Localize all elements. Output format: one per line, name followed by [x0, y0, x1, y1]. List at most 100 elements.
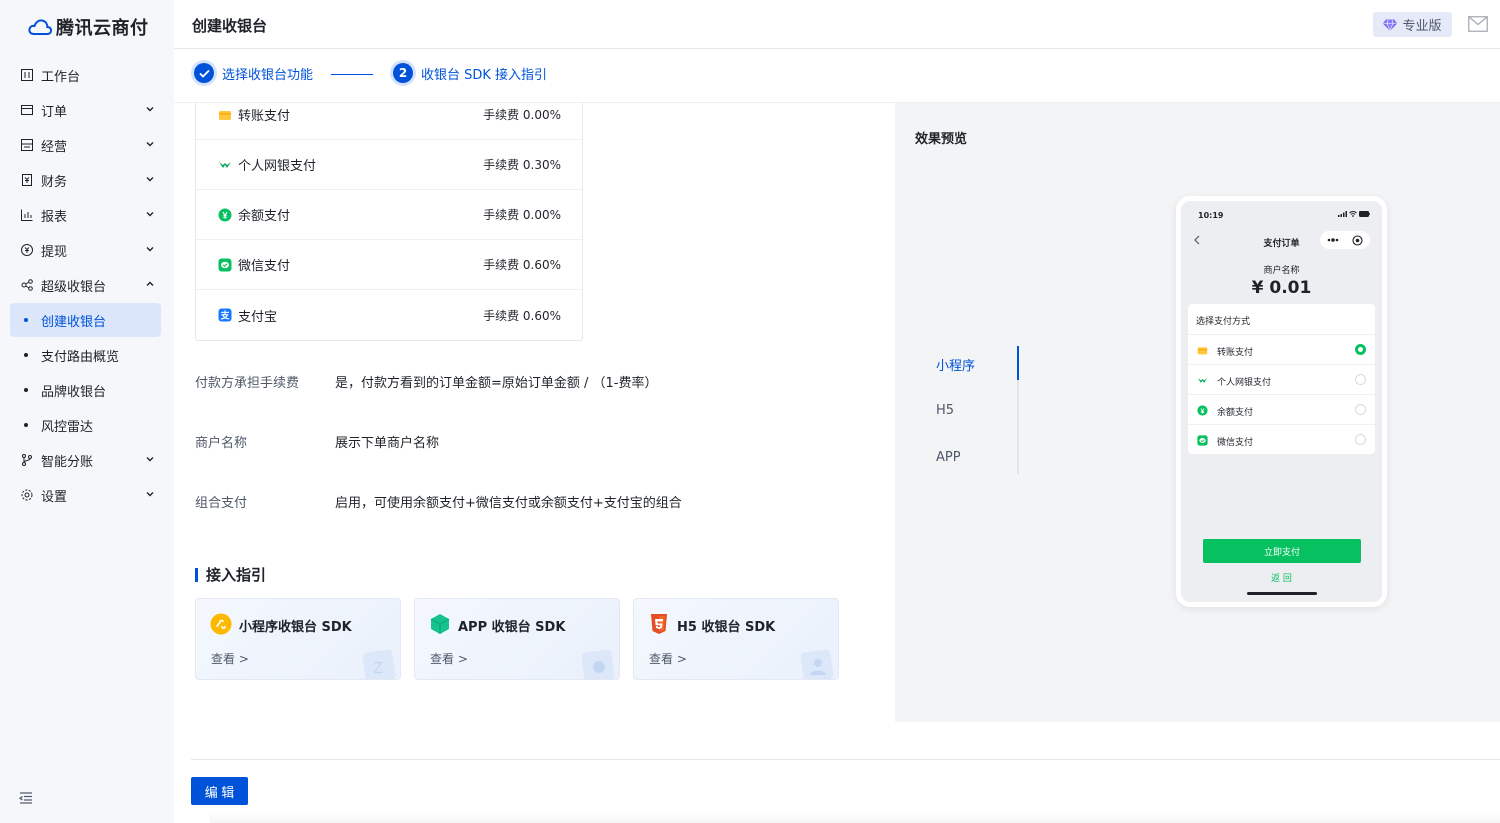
collapse-sidebar-icon[interactable] [19, 792, 33, 804]
sidebar-item-route-overview[interactable]: 支付路由概览 [10, 338, 161, 372]
view-link[interactable]: 查看 > [211, 650, 249, 667]
svg-text:Z: Z [373, 660, 383, 677]
phone-method-balance[interactable]: ¥ 余额支付 [1188, 394, 1375, 424]
method-name: 个人网银支付 [1217, 378, 1272, 388]
svg-text:¥: ¥ [1201, 408, 1205, 415]
split-icon [20, 454, 33, 467]
preview-title: 效果预览 [915, 132, 968, 147]
sdk-card-app[interactable]: APP 收银台 SDK 查看 > [414, 598, 620, 680]
sidebar-item-settings[interactable]: 设置 [10, 478, 161, 512]
step-connector [331, 74, 373, 75]
sidebar-item-create-cashier[interactable]: 创建收银台 [10, 303, 161, 337]
phone-method-transfer[interactable]: 转账支付 [1188, 334, 1375, 364]
sidebar-item-label: 经营 [41, 139, 68, 155]
preview-tab-h5[interactable]: H5 [936, 403, 954, 418]
sidebar-item-orders[interactable]: 订单 [10, 93, 161, 127]
sdk-card-title: APP 收银台 SDK [458, 620, 566, 635]
html5-icon [651, 614, 667, 634]
dashboard-icon [20, 69, 33, 82]
sidebar-item-withdraw[interactable]: 提现 [10, 233, 161, 267]
chart-icon [20, 209, 33, 222]
sidebar-item-brand-cashier[interactable]: 品牌收银台 [10, 373, 161, 407]
view-link[interactable]: 查看 > [649, 650, 687, 667]
preview-tab-miniprogram[interactable]: 小程序 [936, 355, 975, 374]
payment-name: 个人网银支付 [238, 159, 317, 174]
miniprogram-capsule[interactable] [1320, 231, 1370, 249]
phone-merchant-name: 商户名称 [1263, 266, 1300, 276]
sidebar-item-business[interactable]: 经营 [10, 128, 161, 162]
phone-method-netbank[interactable]: 个人网银支付 [1188, 364, 1375, 394]
edit-button[interactable]: 编 辑 [191, 777, 248, 805]
close-target-icon [1352, 234, 1363, 246]
mail-icon[interactable] [1468, 16, 1488, 32]
sdk-card-miniprogram[interactable]: 小程序收银台 SDK 查看 > Z [195, 598, 401, 680]
transfer-icon [219, 110, 231, 120]
card-watermark-icon [581, 649, 615, 679]
payment-row-netbank: 个人网银支付 手续费 0.30% [196, 140, 582, 190]
sidebar-item-label: 提现 [41, 244, 68, 260]
sidebar-item-super-cashier[interactable]: 超级收银台 [10, 268, 161, 302]
footer-shadow [210, 812, 1500, 823]
step-2[interactable]: 2 收银台 SDK 接入指引 [393, 63, 547, 83]
wifi-icon [1349, 211, 1357, 217]
footer-divider [191, 759, 1500, 760]
guide-title: 接入指引 [206, 566, 267, 584]
check-icon [194, 63, 214, 83]
battery-icon [1359, 211, 1370, 217]
payment-row-transfer: 转账支付 手续费 0.00% [196, 90, 582, 140]
sidebar-item-workbench[interactable]: 工作台 [10, 58, 161, 92]
sidebar-item-label: 订单 [41, 104, 68, 120]
preview-tab-app[interactable]: APP [936, 450, 961, 465]
radio-unselected[interactable] [1355, 404, 1366, 415]
badge-label: 专业版 [1402, 19, 1442, 34]
step-1[interactable]: 选择收银台功能 [194, 63, 313, 83]
card-watermark-icon [800, 649, 834, 679]
method-name: 转账支付 [1217, 348, 1254, 358]
payment-method-heading: 选择支付方式 [1196, 317, 1251, 327]
status-time: 10:19 [1198, 211, 1224, 220]
balance-icon: ¥ [1197, 405, 1208, 416]
card-watermark-icon: Z [362, 649, 396, 679]
sidebar: 腾讯云商付 工作台 订单 经营 财务 报表 提现 超级收银台 创建收银台 支付路… [0, 0, 174, 823]
radio-unselected[interactable] [1355, 434, 1366, 445]
sdk-card-h5[interactable]: H5 收银台 SDK 查看 > [633, 598, 839, 680]
tab-active-indicator [1017, 346, 1019, 380]
sidebar-item-reports[interactable]: 报表 [10, 198, 161, 232]
sidebar-item-label: 创建收银台 [41, 314, 107, 330]
app-cube-icon [430, 614, 450, 634]
sidebar-item-smart-split[interactable]: 智能分账 [10, 443, 161, 477]
payment-row-balance: ¥ 余额支付 手续费 0.00% [196, 190, 582, 240]
cashier-icon [20, 279, 33, 292]
app-name: 腾讯云商付 [56, 18, 149, 39]
status-icons [1338, 211, 1370, 217]
payment-fee: 手续费 0.60% [483, 258, 561, 272]
balance-icon: ¥ [218, 208, 232, 221]
sidebar-item-label: 设置 [41, 489, 68, 505]
sidebar-item-label: 财务 [41, 174, 68, 190]
chevron-down-icon [146, 107, 154, 112]
combo-payment-label: 组合支付 [195, 496, 248, 511]
sidebar-item-risk-radar[interactable]: 风控雷达 [10, 408, 161, 442]
merchant-name-label: 商户名称 [195, 436, 248, 451]
payment-method-card: 选择支付方式 转账支付 个人网银支付 ¥ 余额支付 微信支付 [1188, 304, 1375, 454]
payment-name: 转账支付 [238, 109, 291, 124]
finance-icon [20, 174, 33, 187]
sidebar-item-label: 品牌收银台 [41, 384, 107, 400]
app-logo[interactable]: 腾讯云商付 [28, 14, 149, 40]
radio-unselected[interactable] [1355, 374, 1366, 385]
bullet-icon [24, 353, 28, 357]
netbank-icon [1197, 378, 1208, 383]
sidebar-item-finance[interactable]: 财务 [10, 163, 161, 197]
payment-name: 余额支付 [238, 209, 291, 224]
pro-edition-badge[interactable]: 专业版 [1373, 12, 1452, 37]
chevron-down-icon [146, 212, 154, 217]
phone-mockup: 10:19 支付订单 商户名称 ¥ 0.01 选择支付方式 转账支付 个人网银支… [1176, 196, 1387, 607]
fee-bearer-value: 是，付款方看到的订单金额=原始订单金额 / （1-费率） [335, 376, 658, 391]
return-link[interactable]: 返 回 [1181, 571, 1382, 584]
view-link[interactable]: 查看 > [430, 650, 468, 667]
sidebar-item-label: 支付路由概览 [41, 349, 120, 365]
radio-selected[interactable] [1355, 344, 1366, 355]
pay-now-button[interactable]: 立即支付 [1203, 539, 1361, 563]
sdk-card-title: H5 收银台 SDK [677, 620, 776, 635]
phone-method-wechat[interactable]: 微信支付 [1188, 424, 1375, 454]
